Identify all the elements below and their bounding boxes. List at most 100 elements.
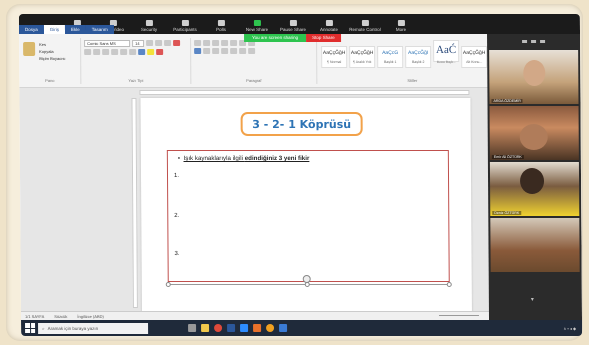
participant-video[interactable]: ARDA ÖZDEMİR <box>489 50 579 104</box>
align-right-icon[interactable] <box>212 48 220 54</box>
resize-handle[interactable] <box>446 282 452 287</box>
new-share-button[interactable]: New Share <box>239 14 275 34</box>
item-number-1: 1. <box>173 173 180 179</box>
participant-video[interactable]: Emir Ali ÖZTÜRK <box>489 106 579 160</box>
language-indicator[interactable]: İngilizce (ABD) <box>77 314 103 319</box>
taskbar-apps <box>188 324 288 332</box>
multilevel-list-icon[interactable] <box>212 40 220 46</box>
file-explorer-icon[interactable] <box>201 324 210 332</box>
tab-file[interactable]: Dosya <box>18 25 44 34</box>
underline-icon[interactable] <box>102 49 110 55</box>
vertical-ruler <box>131 98 138 308</box>
superscript-icon[interactable] <box>129 49 137 55</box>
font-color-icon[interactable] <box>156 49 164 55</box>
paste-icon[interactable] <box>23 42 36 56</box>
highlight-icon[interactable] <box>147 49 155 55</box>
style-heading-1[interactable]: AaÇcG Başlık 1 <box>377 46 404 68</box>
participant-video[interactable] <box>490 218 580 272</box>
copy-button[interactable]: Kopyala <box>39 49 54 54</box>
numbering-icon[interactable] <box>203 40 211 46</box>
style-normal[interactable]: AaÇçĞğH ¶ Normal <box>321 46 348 68</box>
strikethrough-icon[interactable] <box>111 49 119 55</box>
italic-icon[interactable] <box>93 49 101 55</box>
word-ribbon: Kes Kopyala Biçim Boyacısı Pano Comic Sa… <box>19 34 488 88</box>
tab-design[interactable]: Tasarım <box>85 25 114 34</box>
chevron-down-icon[interactable]: ▾ <box>531 296 534 303</box>
powerpoint-icon[interactable] <box>253 324 262 332</box>
bold-icon[interactable] <box>84 49 92 55</box>
subscript-icon[interactable] <box>120 49 128 55</box>
more-button[interactable]: More <box>383 14 419 34</box>
bullets-icon[interactable] <box>194 40 202 46</box>
resize-handle[interactable] <box>165 282 171 287</box>
format-painter-button[interactable]: Biçim Boyacısı <box>39 56 65 61</box>
align-center-icon[interactable] <box>203 48 211 54</box>
participants-button[interactable]: Participants <box>167 14 203 34</box>
word-tabs: Dosya Giriş Ekle Tasarım <box>18 14 114 34</box>
decrease-indent-icon[interactable] <box>221 40 229 46</box>
page-count: 1/1 SAYFA <box>24 313 45 319</box>
title-textbox[interactable]: 3 - 2- 1 Köprüsü <box>240 112 363 136</box>
task-view-icon[interactable] <box>188 324 197 332</box>
zoom-icon[interactable] <box>240 324 249 332</box>
participants-panel: ARDA ÖZDEMİR Emir Ali ÖZTÜRK Deniz ÖZTÜR… <box>487 34 583 320</box>
style-title[interactable]: AaĆ Konu Başlı... <box>433 40 460 64</box>
styles-label: Stiller <box>407 78 418 83</box>
app-icon[interactable] <box>279 324 288 332</box>
grid-view-icon[interactable] <box>531 39 537 43</box>
text-effects-icon[interactable] <box>138 49 146 55</box>
taskbar-search[interactable]: ⌕ Aramak için buraya yazın <box>38 322 149 334</box>
line-spacing-icon[interactable] <box>230 48 238 54</box>
screen: Kes Kopyala Biçim Boyacısı Pano Comic Sa… <box>18 14 583 336</box>
change-case-icon[interactable] <box>164 40 172 46</box>
grow-font-icon[interactable] <box>146 40 154 46</box>
windows-start-icon[interactable] <box>25 323 36 333</box>
style-heading-2[interactable]: AaÇcĞğI Başlık 2 <box>405 46 432 68</box>
justify-icon[interactable] <box>221 48 229 54</box>
styles-group: AaÇçĞğH ¶ Normal AaÇçĞğH ¶ Aralık Yok AaÇcG B… <box>317 38 507 84</box>
clear-format-icon[interactable] <box>173 40 181 46</box>
tab-home[interactable]: Giriş <box>43 25 66 34</box>
zoom-slider[interactable] <box>438 315 479 316</box>
pencil-icon <box>325 20 333 26</box>
remote-control-button[interactable]: Remote Control <box>347 14 383 34</box>
system-tray[interactable]: ∧ ▪ ◂ ◆ <box>563 326 576 331</box>
more-dots-icon <box>397 20 405 26</box>
annotate-button[interactable]: Annotate <box>311 14 347 34</box>
item-number-2: 2. <box>174 213 180 219</box>
minimize-icon[interactable] <box>522 39 528 43</box>
font-size-select[interactable]: 14 <box>132 40 145 47</box>
task-textbox[interactable]: • Işık kaynaklarıyla ilgili edindiğiniz … <box>166 150 450 282</box>
task-bullet: • Işık kaynaklarıyla ilgili edindiğiniz … <box>177 155 310 162</box>
shrink-font-icon[interactable] <box>155 40 163 46</box>
chrome-icon[interactable] <box>214 324 223 332</box>
font-label: Yazı Tipi <box>128 78 144 83</box>
font-name-select[interactable]: Comic Sans MS <box>84 40 131 47</box>
participant-face <box>523 60 546 86</box>
participant-video[interactable]: Deniz ÖZTÜRK <box>489 162 580 216</box>
style-no-spacing[interactable]: AaÇçĞğH ¶ Aralık Yok <box>349 46 376 68</box>
shading-icon[interactable] <box>239 48 247 54</box>
word-icon[interactable] <box>227 324 236 332</box>
screenshot-frame: Kes Kopyala Biçim Boyacısı Pano Comic Sa… <box>6 4 583 341</box>
windows-taskbar: ⌕ Aramak için buraya yazın ∧ ▪ ◂ ◆ <box>21 320 583 336</box>
document-area: 3 - 2- 1 Köprüsü • Işık kaynaklarıyla il… <box>19 88 489 318</box>
polls-button[interactable]: Polls <box>203 14 239 34</box>
resize-handle[interactable] <box>304 282 310 287</box>
share-banner: You are screen sharing Stop Share <box>244 34 341 42</box>
search-icon: ⌕ <box>42 325 45 331</box>
people-icon <box>181 20 189 26</box>
cut-button[interactable]: Kes <box>39 42 46 47</box>
style-subtitle[interactable]: AaÇçĞğH Alt Konu... <box>461 46 488 68</box>
increase-indent-icon[interactable] <box>230 40 238 46</box>
firefox-icon[interactable] <box>266 324 275 332</box>
security-button[interactable]: Security <box>131 14 167 34</box>
stop-share-button[interactable]: Stop Share <box>306 34 341 42</box>
align-left-icon[interactable] <box>194 48 202 54</box>
paragraph-group: Paragraf <box>191 38 318 84</box>
tab-insert[interactable]: Ekle <box>64 25 86 34</box>
document-page[interactable]: 3 - 2- 1 Köprüsü • Işık kaynaklarıyla il… <box>140 98 472 318</box>
speaker-view-icon[interactable] <box>540 39 546 43</box>
borders-icon[interactable] <box>248 48 256 54</box>
pause-share-button[interactable]: Pause Share <box>275 14 311 34</box>
